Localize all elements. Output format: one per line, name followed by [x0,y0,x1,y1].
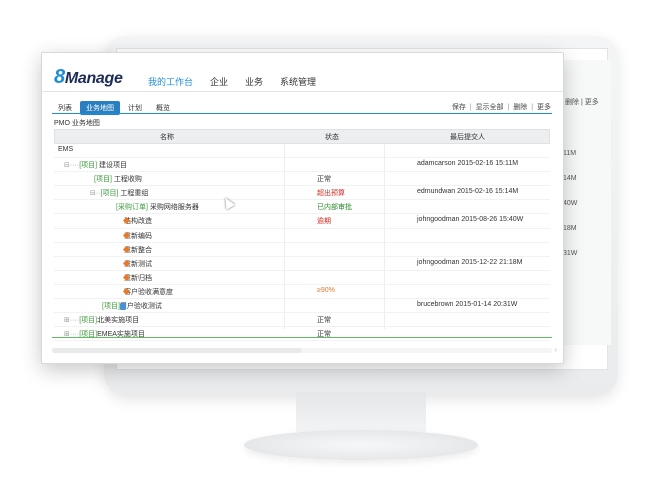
background-time: 31W [563,250,578,257]
monitor-neck [296,392,426,432]
tree-row[interactable]: 重新整合 [54,243,550,257]
background-time: 18M [563,225,577,232]
row-name[interactable]: 工程重组 [120,190,148,197]
tree-row[interactable]: 重新归档 [54,271,550,285]
logo-number: 8 [54,66,65,88]
business-map-grid: 名称 状态 最后提交人 EMS ⊟····[项目] 建设项目 adamcarso… [54,129,550,342]
nav-system-admin[interactable]: 系统管理 [280,75,316,88]
tree-row[interactable]: [项目] 工程收购 正常 [54,172,550,187]
row-submitter: adamcarson 2015-02-16 15:11M [417,160,519,168]
row-tag: [采购订单] [116,204,148,212]
tree-row[interactable]: 重新编码 [54,229,550,243]
row-status: 超出预算 [317,190,345,198]
row-status: 正常 [317,176,331,184]
background-time: 14M [563,175,577,182]
logo: 8Manage [54,66,123,89]
nav-my-workspace[interactable]: 我的工作台 [148,75,193,88]
tree-row[interactable]: 客户验收满意度 ≥90% [54,285,550,300]
show-all-button[interactable]: 显示全部 [476,104,504,111]
row-status: ≥90% [317,286,335,294]
row-status: 逾期 [317,218,331,226]
save-button[interactable]: 保存 [452,104,466,111]
tree-row[interactable]: 结构改造 逾期 johngoodman 2015-08-26 15:40W [54,214,550,229]
row-submitter: edmundwan 2015-02-16 15:14M [417,188,519,196]
tree-row[interactable]: ⊞····[项目]北美实施项目 正常 [54,313,550,328]
logo-text: Manage [64,70,123,87]
column-header-status[interactable]: 状态 [325,132,339,142]
breadcrumb: PMO 业务地图 [54,120,100,127]
row-submitter: brucebrown 2015-01-14 20:31W [417,301,518,309]
background-time: 11M [563,150,577,157]
column-header-name[interactable]: 名称 [160,132,174,142]
row-tag: [项目] [79,317,98,325]
row-name[interactable]: 客户验收满意度 [124,289,173,296]
nav-business[interactable]: 业务 [245,75,263,88]
top-bar: 8Manage 我的工作台 企业 业务 系统管理 [42,53,563,92]
row-tag: [项目] [94,176,112,184]
delete-button[interactable]: 删除 [513,104,527,111]
background-time: 40W [563,200,578,207]
more-button[interactable]: 更多 [537,104,551,111]
grid-footer-line [52,337,552,338]
toolbar: 保存 | 显示全部 | 删除 | 更多 [451,104,551,111]
document-icon [119,303,126,311]
tree-row[interactable]: ⊞····[项目]EMEA实施项目 正常 [54,327,550,342]
row-tag: [项目] [100,190,119,198]
scroll-right-icon[interactable]: › [554,345,557,354]
row-name[interactable]: 北美实施项目 [97,317,139,324]
row-submitter: johngoodman 2015-12-22 21:18M [417,258,523,266]
grid-header: 名称 状态 最后提交人 [54,129,550,144]
nav-enterprise[interactable]: 企业 [210,75,228,88]
tree-row[interactable]: EMS [54,144,550,159]
row-name: EMS [58,146,74,153]
tree-row[interactable]: [采购订单] 采购网络服务器 已内部审批 [54,200,550,215]
background-times: 11M 14M 40W 18M 31W [563,150,577,275]
tree-row[interactable]: [项目] 用户验收测试 brucebrown 2015-01-14 20:31W [54,299,550,314]
row-name[interactable]: 用户验收测试 [120,303,162,310]
monitor-stand [244,430,478,460]
row-status: 正常 [317,317,331,325]
row-name[interactable]: 建设项目 [99,162,127,169]
row-name[interactable]: 采购网络服务器 [150,204,199,211]
row-name[interactable]: 工程收购 [114,176,142,183]
column-header-submitter[interactable]: 最后提交人 [450,132,485,142]
tree-row[interactable]: ⊟····[项目] 建设项目 adamcarson 2015-02-16 15:… [54,158,550,173]
horizontal-scrollbar[interactable] [52,348,302,353]
background-toolbar: 删除 | 更多 [565,99,599,106]
tree-row[interactable]: 重新测试 johngoodman 2015-12-22 21:18M [54,257,550,271]
row-status: 已内部审批 [317,204,352,212]
tab-underline [52,113,552,114]
row-tag: [项目] [102,303,120,311]
tree-row[interactable]: ⊟··[项目] 工程重组 超出预算 edmundwan 2015-02-16 1… [54,186,550,201]
row-submitter: johngoodman 2015-08-26 15:40W [417,216,524,224]
app-window: 8Manage 我的工作台 企业 业务 系统管理 列表 业务地图 计划 概览 保… [41,52,564,364]
top-nav: 我的工作台 企业 业务 系统管理 [148,75,333,88]
row-tag: [项目] [79,162,98,170]
